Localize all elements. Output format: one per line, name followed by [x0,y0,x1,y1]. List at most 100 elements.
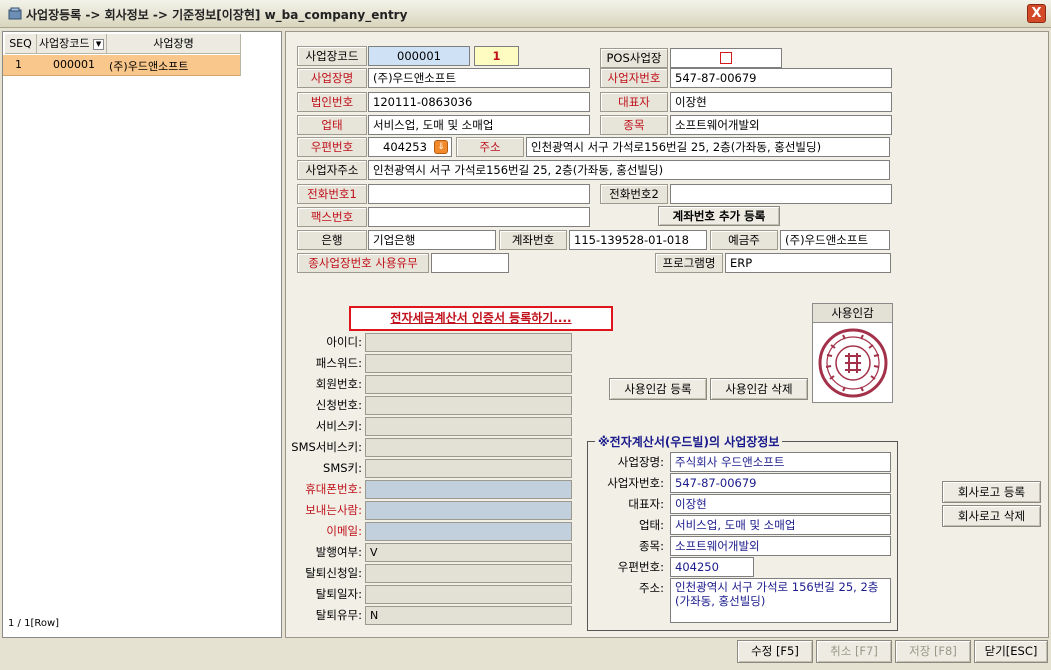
close-button[interactable]: 닫기[ESC] [974,640,1048,663]
ebill-biz-name-field[interactable]: 주식회사 우드앤소프트 [670,452,891,472]
cert-register-link[interactable]: 전자세금계산서 인증서 등록하기.... [349,306,613,331]
cert-field-input[interactable] [365,585,572,604]
program-field[interactable]: ERP [725,253,891,273]
cert-field-input[interactable] [365,480,572,499]
cert-field-input[interactable] [365,522,572,541]
ebill-addr-label: 주소: [638,581,664,595]
biz-addr-field[interactable]: 인천광역시 서구 가석로156번길 25, 2층(가좌동, 홍선빌딩) [368,160,890,180]
cert-field-input[interactable]: N [365,606,572,625]
zip-search-icon[interactable]: ⇓ [434,140,448,154]
ebill-item-label: 종목: [638,539,664,553]
biz-name-label: 사업장명 [297,68,367,88]
subbiz-label: 종사업장번호 사용유무 [297,253,429,273]
cert-field-input[interactable]: V [365,543,572,562]
account-label: 계좌번호 [499,230,567,250]
cert-field-input[interactable] [365,333,572,352]
tel2-field[interactable] [670,184,892,204]
ebill-type-field[interactable]: 서비스업, 도매 및 소매업 [670,515,891,535]
edit-button[interactable]: 수정 [F5] [737,640,813,663]
corp-no-field[interactable]: 120111-0863036 [368,92,590,112]
seal-stamp-image [818,328,888,398]
cert-field-input[interactable] [365,459,572,478]
cert-field-input[interactable] [365,501,572,520]
cert-field-label: 서비스키: [315,419,362,433]
fax-field[interactable] [368,207,590,227]
ebill-zip-field[interactable]: 404250 [670,557,754,577]
column-header-code[interactable]: 사업장코드 ▼ [37,34,107,54]
ebill-zip-label: 우편번호: [617,560,664,574]
seal-register-button[interactable]: 사용인감 등록 [609,378,707,400]
ceo-field[interactable]: 이장현 [670,92,892,112]
addr-field[interactable]: 인천광역시 서구 가석로156번길 25, 2층(가좌동, 홍선빌딩) [526,137,890,157]
account-field[interactable]: 115-139528-01-018 [569,230,707,250]
close-window-button[interactable]: X [1027,4,1046,23]
tel1-label: 전화번호1 [297,184,367,204]
cert-field-input[interactable] [365,417,572,436]
cert-field-input[interactable] [365,375,572,394]
ebill-item-field[interactable]: 소프트웨어개발외 [670,536,891,556]
tel1-field[interactable] [368,184,590,204]
ebill-biz-name-label: 사업장명: [617,455,664,469]
ceo-label: 대표자 [600,92,668,112]
subbiz-field[interactable] [431,253,509,273]
biz-seq-field[interactable]: 1 [474,46,519,66]
cert-field-label: 탈퇴유무: [315,608,362,622]
corp-no-label: 법인번호 [297,92,367,112]
ebill-ceo-label: 대표자: [628,497,664,511]
window-title: 사업장등록 -> 회사정보 -> 기준정보[이장현] w_ba_company_… [26,8,408,22]
biz-name-field[interactable]: (주)우드앤소프트 [368,68,590,88]
biz-no-field[interactable]: 547-87-00679 [670,68,892,88]
seal-delete-button[interactable]: 사용인감 삭제 [710,378,808,400]
row-name: (주)우드앤소프트 [109,60,189,73]
table-row[interactable]: 1 000001 (주)우드앤소프트 [3,55,241,76]
column-header-code-label: 사업장코드 [38,37,90,50]
biz-code-field[interactable]: 000001 [368,46,470,66]
column-header-seq[interactable]: SEQ [5,34,37,54]
cert-field-label: 패스워드: [315,356,362,370]
biz-addr-label: 사업자주소 [297,160,367,180]
title-bar: 사업장등록 -> 회사정보 -> 기준정보[이장현] w_ba_company_… [0,0,1051,28]
ebill-biz-no-field[interactable]: 547-87-00679 [670,473,891,493]
ebill-biz-no-label: 사업자번호: [607,476,664,490]
biz-item-label: 종목 [600,115,668,135]
cert-field-label: 이메일: [326,524,362,538]
cancel-button[interactable]: 취소 [F7] [816,640,892,663]
ebill-addr-field[interactable]: 인천광역시 서구 가석로 156번길 25, 2층(가좌동, 홍선빌딩) [670,578,891,623]
cert-field-input[interactable] [365,396,572,415]
bank-label: 은행 [297,230,367,250]
cert-field-label: 발행여부: [315,545,362,559]
cert-field-label: 탈퇴신청일: [305,566,362,580]
program-label: 프로그램명 [655,253,723,273]
addr-label: 주소 [456,137,524,157]
ebill-group-title: ※전자계산서(우드빌)의 사업장정보 [595,433,783,450]
seal-title: 사용인감 [813,304,892,323]
column-header-name[interactable]: 사업장명 [107,34,241,54]
cert-field-input[interactable] [365,354,572,373]
save-button[interactable]: 저장 [F8] [895,640,971,663]
logo-delete-button[interactable]: 회사로고 삭제 [942,505,1041,527]
biz-item-field[interactable]: 소프트웨어개발외 [670,115,892,135]
biz-code-label: 사업장코드 [297,46,367,66]
pos-checkbox[interactable] [720,52,732,64]
bank-field[interactable]: 기업은행 [368,230,496,250]
cert-field-input[interactable] [365,564,572,583]
pos-field [670,48,782,68]
add-account-button[interactable]: 계좌번호 추가 등록 [658,206,780,226]
ebill-ceo-field[interactable]: 이장현 [670,494,891,514]
pos-label: POS사업장 [600,48,668,68]
biz-type-field[interactable]: 서비스업, 도매 및 소매업 [368,115,590,135]
holder-label: 예금주 [710,230,778,250]
cert-field-label: 탈퇴일자: [315,587,362,601]
cert-field-label: 휴대폰번호: [305,482,362,496]
cert-field-label: 아이디: [326,335,362,349]
tel2-label: 전화번호2 [600,184,668,204]
biz-no-label: 사업자번호 [600,68,668,88]
filter-dropdown-icon[interactable]: ▼ [93,38,105,50]
cert-field-label: SMS서비스키: [291,440,362,454]
holder-field[interactable]: (주)우드앤소프트 [780,230,890,250]
row-count-label: 1 / 1[Row] [8,618,60,629]
logo-register-button[interactable]: 회사로고 등록 [942,481,1041,503]
zip-label: 우편번호 [297,137,367,157]
company-list-panel: SEQ 사업장코드 ▼ 사업장명 1 000001 (주)우드앤소프트 1 / … [2,31,282,638]
cert-field-input[interactable] [365,438,572,457]
